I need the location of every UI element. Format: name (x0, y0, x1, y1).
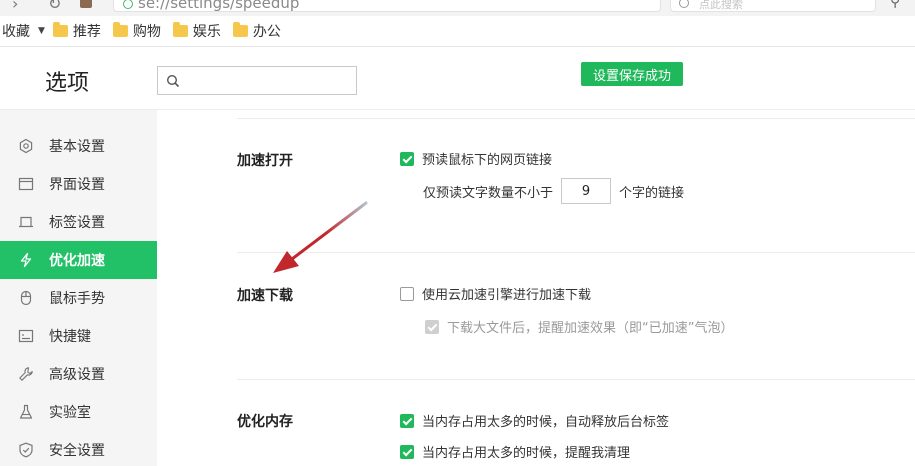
address-text[interactable]: se://settings/speedup (138, 0, 299, 12)
bookmark-folder-label: 娱乐 (192, 24, 221, 40)
browser-search-bar[interactable]: 点此搜索 (670, 0, 876, 12)
lightning-icon (18, 252, 34, 268)
secure-icon (123, 0, 133, 9)
sidebar-item-label: 标签设置 (49, 215, 105, 231)
min-chars-input[interactable] (561, 178, 612, 204)
folder-icon (112, 22, 128, 37)
sidebar-item-label: 高级设置 (49, 367, 105, 383)
settings-header: 选项 设置保存成功 (0, 48, 915, 110)
settings-search-input[interactable] (186, 70, 352, 91)
caret-down-icon[interactable]: ▼ (38, 26, 45, 36)
bookmark-folder-office[interactable]: 办公 (232, 21, 281, 41)
gear-icon (18, 138, 34, 154)
settings-content: 加速打开 预读鼠标下的网页链接 仅预读文字数量不小于 个字的链接 加速下载 使用… (157, 110, 915, 466)
home-icon[interactable] (80, 0, 92, 8)
wrench-icon (18, 366, 34, 382)
sidebar-item-label: 基本设置 (49, 139, 105, 155)
favorites-menu[interactable]: 收藏 (2, 21, 30, 41)
section-divider (237, 118, 915, 119)
preload-link-checkbox[interactable] (400, 151, 414, 166)
section-title-open: 加速打开 (237, 153, 293, 169)
cloud-download-checkbox[interactable] (400, 286, 414, 301)
remind-clean-checkbox[interactable] (400, 444, 414, 459)
flask-icon (18, 404, 34, 420)
remind-clean-option[interactable]: 当内存占用太多的时候，提醒我清理 (400, 442, 630, 461)
auto-release-option[interactable]: 当内存占用太多的时候，自动释放后台标签 (400, 411, 669, 430)
browser-toolbar: › ↻ se://settings/speedup ▶ ▼ 点此搜索 ⚲ (0, 0, 915, 16)
sidebar-item-basic[interactable]: 基本设置 (0, 127, 157, 165)
speedup-bubble-option: 下载大文件后，提醒加速效果（即“已加速”气泡） (425, 317, 733, 336)
folder-icon (52, 22, 68, 37)
bookmark-folder-label: 购物 (132, 24, 161, 40)
min-chars-row: 仅预读文字数量不小于 个字的链接 (423, 178, 684, 204)
cloud-download-option[interactable]: 使用云加速引擎进行加速下载 (400, 284, 591, 303)
shield-icon (18, 442, 34, 458)
sidebar-item-label: 界面设置 (49, 177, 105, 193)
section-divider (237, 379, 915, 380)
sidebar-item-label: 优化加速 (49, 253, 105, 269)
bookmarks-bar: 收藏 ▼ 推荐 购物 娱乐 办公 (0, 16, 915, 47)
sidebar-item-security[interactable]: 安全设置 (0, 431, 157, 466)
bookmark-folder-recommend[interactable]: 推荐 (52, 21, 101, 41)
search-icon (679, 0, 689, 8)
speedup-bubble-checkbox (425, 319, 439, 334)
bookmark-folder-shopping[interactable]: 购物 (112, 21, 161, 41)
forward-icon[interactable]: › (12, 0, 18, 13)
keyboard-icon (18, 328, 34, 344)
mouse-icon (18, 290, 34, 306)
address-bar[interactable]: se://settings/speedup ▶ ▼ (113, 0, 752, 12)
speedup-bubble-label: 下载大文件后，提醒加速效果（即“已加速”气泡） (447, 321, 734, 336)
min-chars-suffix: 个字的链接 (619, 185, 685, 201)
search-icon (166, 74, 180, 88)
bookmark-folder-label: 办公 (252, 24, 281, 40)
section-title-download: 加速下载 (237, 288, 293, 304)
preload-link-label: 预读鼠标下的网页链接 (422, 153, 553, 168)
sidebar-item-label: 安全设置 (49, 443, 105, 459)
page-title: 选项 (45, 71, 90, 96)
auto-release-checkbox[interactable] (400, 413, 414, 428)
settings-sidebar: 基本设置 界面设置 标签设置 优化加速 鼠标手势 快捷键 高级设置 实验室 安全… (0, 110, 157, 466)
cloud-download-label: 使用云加速引擎进行加速下载 (422, 288, 592, 303)
bookmark-folder-label: 推荐 (72, 24, 101, 40)
save-success-toast: 设置保存成功 (581, 62, 683, 86)
settings-search[interactable] (157, 66, 357, 95)
section-title-memory: 优化内存 (237, 414, 293, 430)
sidebar-item-lab[interactable]: 实验室 (0, 393, 157, 431)
folder-icon (172, 22, 188, 37)
sidebar-item-tabs[interactable]: 标签设置 (0, 203, 157, 241)
preload-link-option[interactable]: 预读鼠标下的网页链接 (400, 149, 552, 168)
sidebar-item-advanced[interactable]: 高级设置 (0, 355, 157, 393)
min-chars-prefix: 仅预读文字数量不小于 (423, 185, 554, 201)
reload-icon[interactable]: ↻ (48, 0, 61, 13)
sidebar-item-label: 鼠标手势 (49, 291, 105, 307)
sidebar-item-interface[interactable]: 界面设置 (0, 165, 157, 203)
sidebar-item-label: 实验室 (49, 405, 91, 421)
browser-search-placeholder: 点此搜索 (699, 0, 743, 11)
sidebar-item-mouse-gesture[interactable]: 鼠标手势 (0, 279, 157, 317)
sidebar-item-label: 快捷键 (49, 329, 91, 345)
folder-icon (232, 22, 248, 37)
remind-clean-label: 当内存占用太多的时候，提醒我清理 (422, 446, 631, 461)
browser-window: › ↻ se://settings/speedup ▶ ▼ 点此搜索 ⚲ 收藏 … (0, 0, 915, 466)
auto-release-label: 当内存占用太多的时候，自动释放后台标签 (422, 415, 670, 430)
tab-icon (18, 214, 34, 230)
bookmark-folder-entertainment[interactable]: 娱乐 (172, 21, 221, 41)
window-icon (18, 176, 34, 192)
section-divider (237, 252, 915, 253)
sidebar-item-shortcuts[interactable]: 快捷键 (0, 317, 157, 355)
sidebar-item-speedup[interactable]: 优化加速 (0, 241, 157, 279)
extension-icon[interactable]: ⚲ (890, 0, 900, 10)
